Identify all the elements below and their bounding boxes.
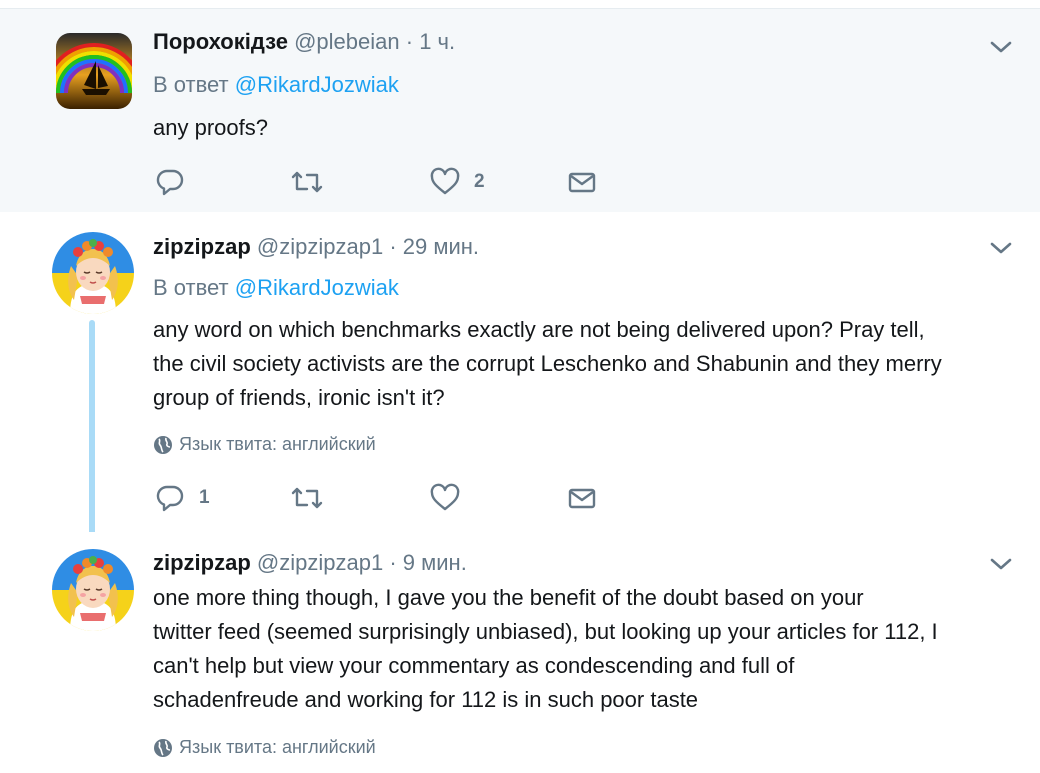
reply-mention-link[interactable]: @RikardJozwiak [235,72,399,97]
tweet-language-label: Язык твита: английский [179,434,376,454]
reply-button[interactable] [155,167,185,197]
envelope-icon [568,488,596,509]
tweet-language[interactable]: Язык твита: английский [153,434,376,455]
reply-button[interactable]: 1 [155,483,210,513]
reply-prefix: В ответ [153,275,229,300]
tweet-text-line: the civil society activists are the corr… [153,351,942,376]
like-button[interactable]: 2 [430,167,485,197]
chevron-down-icon[interactable] [988,554,1014,574]
separator-dot: · [389,234,397,259]
author-name[interactable]: zipzipzap [153,550,251,575]
retweet-icon [291,487,323,509]
tweet-header: zipzipzap @zipzipzap1 · 9 мин. [153,550,467,576]
author-name[interactable]: zipzipzap [153,234,251,259]
tweet-text-line: can't help but view your commentary as c… [153,653,795,678]
chevron-down-icon[interactable] [988,238,1014,258]
reply-count: 1 [199,487,210,508]
author-name[interactable]: Порохокідзе [153,29,288,54]
tweet-3[interactable]: zipzipzap @zipzipzap1 · 9 мин. one more … [0,532,1040,773]
tweet-text-line: twitter feed (seemed surprisingly unbias… [153,619,938,644]
reply-prefix: В ответ [153,72,229,97]
heart-icon [430,483,460,511]
reply-context: В ответ @RikardJozwiak [153,72,399,98]
globe-icon [154,738,172,757]
tweet-timestamp[interactable]: 9 мин. [403,550,467,575]
author-handle[interactable]: @zipzipzap1 [257,234,383,259]
reply-icon [156,485,184,512]
avatar-zipzipzap[interactable] [52,549,134,631]
author-handle[interactable]: @plebeian [294,29,400,54]
tweet-text-line: one more thing though, I gave you the be… [153,585,864,610]
reply-mention-link[interactable]: @RikardJozwiak [235,275,399,300]
tweet-language-label: Язык твита: английский [179,737,376,757]
direct-message-button[interactable] [567,483,597,513]
tweet-text-line: any word on which benchmarks exactly are… [153,317,925,342]
envelope-icon [568,172,596,193]
tweet-text: any word on which benchmarks exactly are… [153,313,1023,415]
thread-connector-line [89,320,95,542]
heart-icon [430,167,460,195]
author-handle[interactable]: @zipzipzap1 [257,550,383,575]
direct-message-button[interactable] [567,167,597,197]
tweet-timestamp[interactable]: 29 мин. [403,234,479,259]
retweet-button[interactable] [290,167,324,197]
like-count: 2 [474,171,485,192]
tweet-text-line: schadenfreude and working for 112 is in … [153,687,699,712]
like-button[interactable] [430,483,460,513]
globe-icon [154,435,172,454]
avatar-zipzipzap[interactable] [52,232,134,314]
tweet-text-line: group of friends, ironic isn't it? [153,385,445,410]
avatar-plebeian[interactable] [56,33,132,109]
retweet-icon [291,171,323,193]
reply-icon [156,169,184,196]
chevron-down-icon[interactable] [988,37,1014,57]
tweet-1[interactable]: Порохокідзе @plebeian · 1 ч. В ответ @Ri… [0,8,1040,213]
tweet-header: Порохокідзе @plebeian · 1 ч. [153,29,455,55]
separator-dot: · [389,550,397,575]
separator-dot: · [405,29,414,54]
tweet-2[interactable]: zipzipzap @zipzipzap1 · 29 мин. В ответ … [0,212,1040,542]
tweet-timestamp[interactable]: 1 ч. [419,29,455,54]
reply-context: В ответ @RikardJozwiak [153,275,399,301]
tweet-language[interactable]: Язык твита: английский [153,737,376,758]
tweet-text: one more thing though, I gave you the be… [153,581,1023,717]
tweet-text: any proofs? [153,115,268,140]
tweet-header: zipzipzap @zipzipzap1 · 29 мин. [153,234,479,260]
retweet-button[interactable] [290,483,324,513]
